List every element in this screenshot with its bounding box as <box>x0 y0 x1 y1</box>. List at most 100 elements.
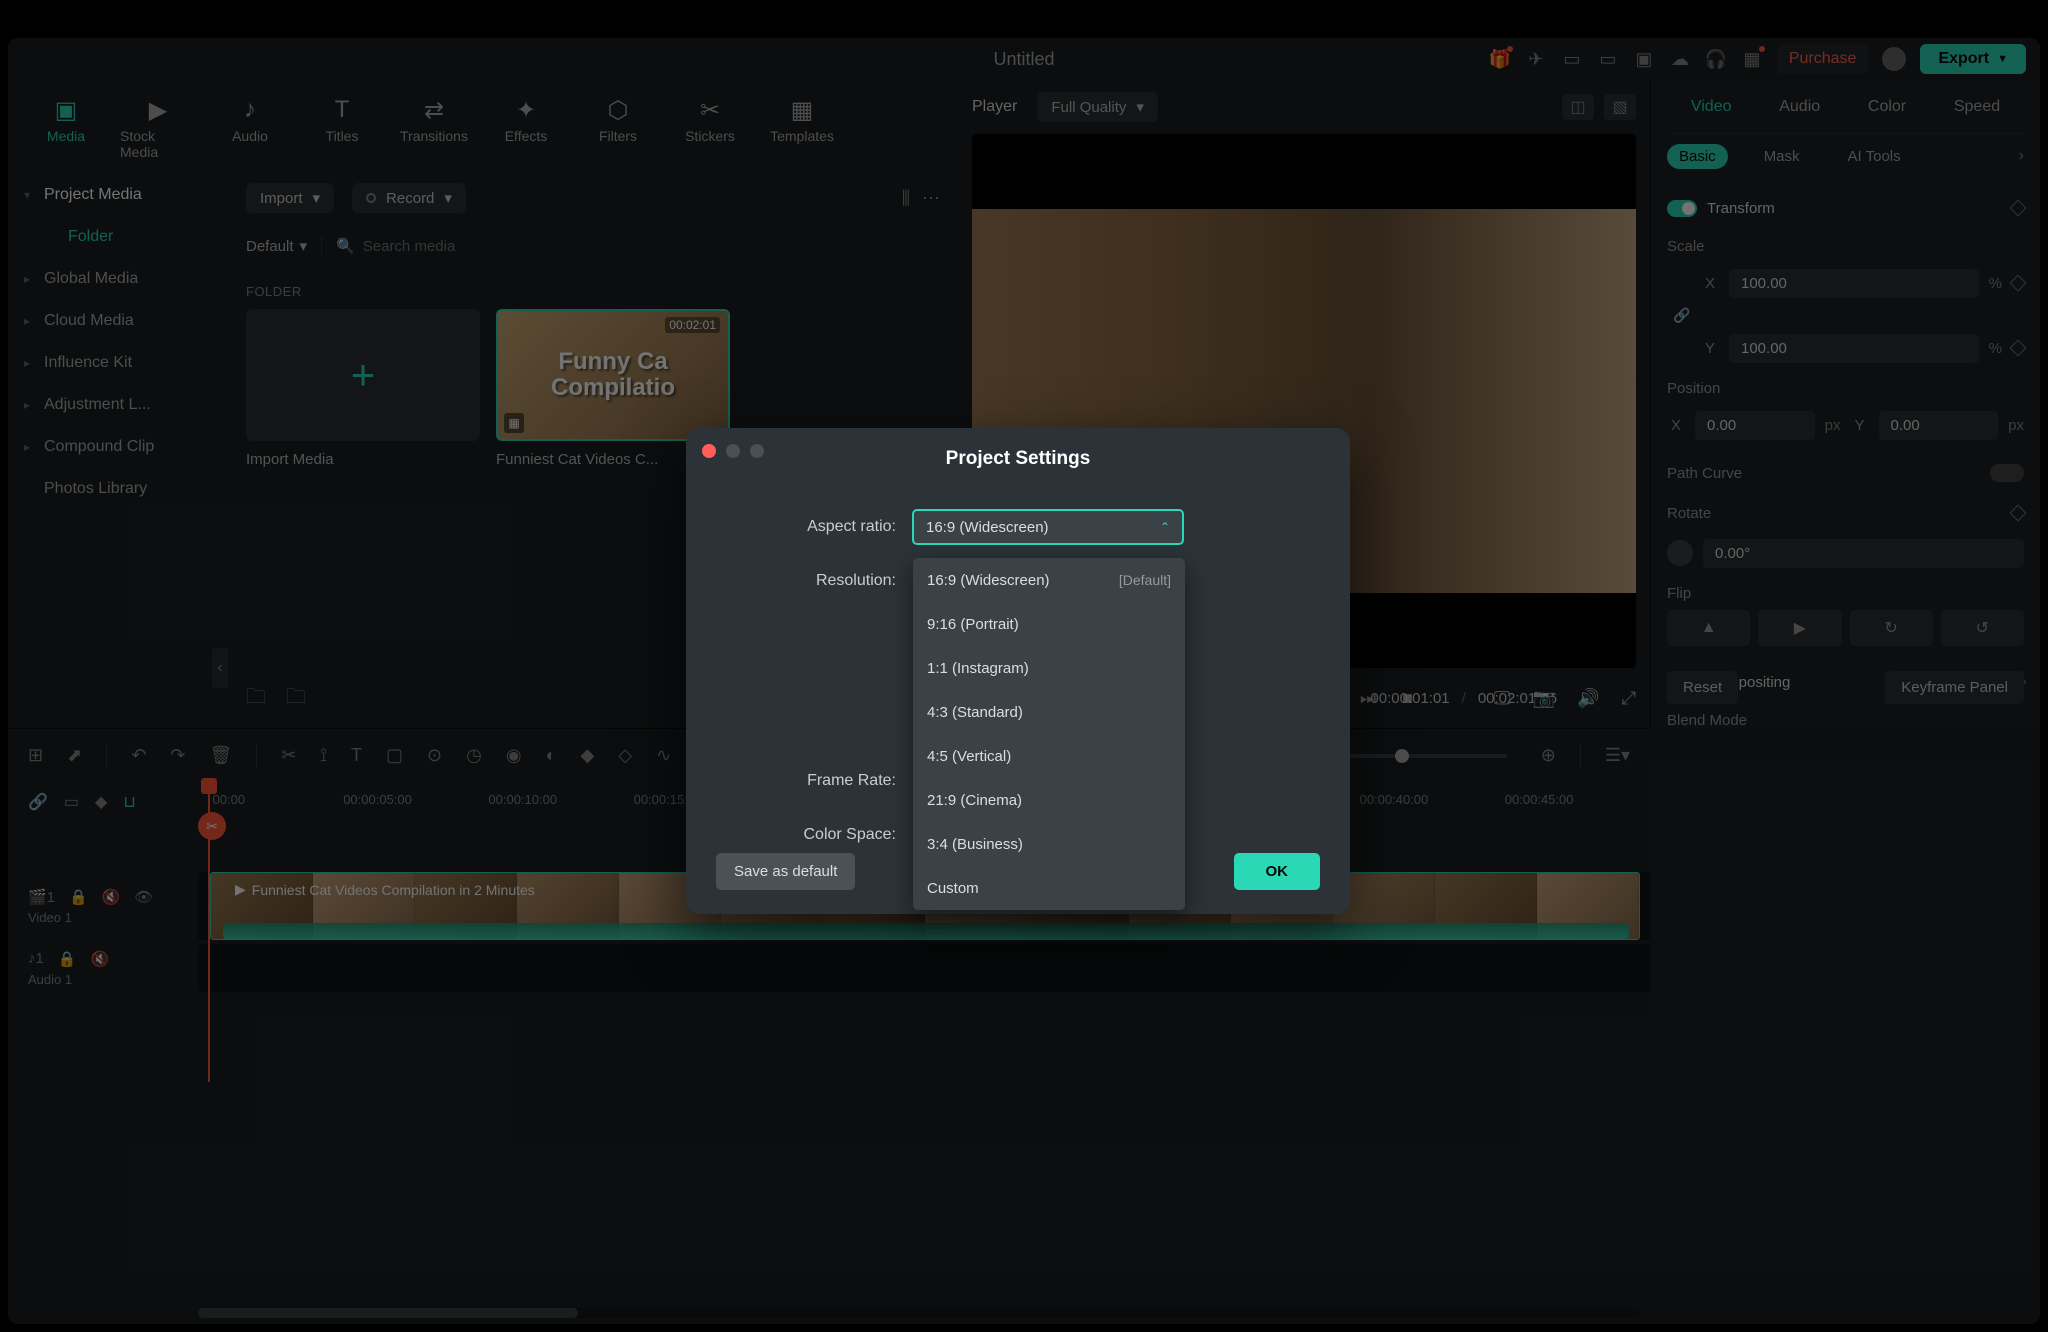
props-tab-video[interactable]: Video <box>1681 92 1742 122</box>
eye-icon[interactable]: 👁 <box>134 888 153 906</box>
cloud-icon[interactable]: ▭ <box>1561 48 1583 70</box>
tab-stock-media[interactable]: ▶Stock Media <box>120 88 196 168</box>
aspect-option-1-1[interactable]: 1:1 (Instagram) <box>913 646 1185 690</box>
props-tab-audio[interactable]: Audio <box>1769 92 1830 122</box>
tab-titles[interactable]: TTitles <box>304 88 380 168</box>
display-icon[interactable]: 🖵 <box>1493 688 1510 709</box>
clock-button[interactable]: ◷ <box>466 745 482 766</box>
lock-icon[interactable]: 🔒 <box>58 950 77 968</box>
zoom-slider[interactable] <box>1347 754 1507 758</box>
split-button[interactable]: ✂ <box>281 745 296 766</box>
sidebar-item-cloud-media[interactable]: ▸Cloud Media <box>8 300 228 342</box>
collapse-sidebar-button[interactable]: ‹ <box>212 648 228 688</box>
aspect-option-4-3[interactable]: 4:3 (Standard) <box>913 690 1185 734</box>
link-icon[interactable]: 🔗 <box>1667 307 2024 324</box>
tab-transitions[interactable]: ⇄Transitions <box>396 88 472 168</box>
keyframe-button[interactable]: ◇ <box>618 745 632 766</box>
sidebar-item-compound-clip[interactable]: ▸Compound Clip <box>8 426 228 468</box>
volume-icon[interactable]: 🔊 <box>1577 688 1599 709</box>
audio-track[interactable] <box>198 944 1650 992</box>
pos-y-input[interactable]: 0.00 <box>1879 411 1999 440</box>
trash-icon[interactable]: 🗀 <box>286 682 306 716</box>
pointer-icon[interactable]: ⬈ <box>67 745 82 766</box>
subtab-mask[interactable]: Mask <box>1752 144 1812 169</box>
color-button[interactable]: ◉ <box>506 745 522 766</box>
rotate-cw-button[interactable]: ↻ <box>1850 610 1933 646</box>
record-button[interactable]: Record▾ <box>352 183 466 213</box>
audio-button[interactable]: ∿ <box>656 745 671 766</box>
tab-templates[interactable]: ▦Templates <box>764 88 840 168</box>
sort-selector[interactable]: Default▾ <box>246 237 307 255</box>
upload-icon[interactable]: ☁ <box>1669 48 1691 70</box>
undo-button[interactable]: ↶ <box>131 745 146 766</box>
subtab-ai-tools[interactable]: AI Tools <box>1836 144 1913 169</box>
aspect-option-4-5[interactable]: 4:5 (Vertical) <box>913 734 1185 778</box>
sidebar-item-project-media[interactable]: ▾Project Media <box>8 174 228 216</box>
aspect-option-21-9[interactable]: 21:9 (Cinema) <box>913 778 1185 822</box>
scale-y-input[interactable]: 100.00 <box>1729 334 1979 363</box>
sidebar-item-folder[interactable]: Folder <box>8 216 228 258</box>
more-icon[interactable]: ⋯ <box>922 188 940 209</box>
search-box[interactable]: 🔍 <box>336 237 940 255</box>
sidebar-item-global-media[interactable]: ▸Global Media <box>8 258 228 300</box>
aspect-option-16-9[interactable]: 16:9 (Widescreen)[Default] <box>913 558 1185 602</box>
sidebar-item-adjustment-layer[interactable]: ▸Adjustment L... <box>8 384 228 426</box>
camera-icon[interactable]: 📷 <box>1533 688 1555 709</box>
keyframe-panel-button[interactable]: Keyframe Panel <box>1885 671 2024 704</box>
transform-toggle[interactable] <box>1667 200 1697 217</box>
snapshot-button[interactable]: ▧ <box>1604 94 1636 120</box>
screen-icon[interactable]: ▭ <box>1597 48 1619 70</box>
redo-button[interactable]: ↷ <box>170 745 185 766</box>
keyframe-icon[interactable] <box>2010 340 2027 357</box>
search-input[interactable] <box>363 238 940 255</box>
chevron-right-icon[interactable]: › <box>2019 147 2024 165</box>
rotate-dial[interactable] <box>1667 540 1693 566</box>
link-tracks-icon[interactable]: 🔗 <box>28 792 48 812</box>
path-curve-toggle[interactable] <box>1990 464 2024 482</box>
sidebar-item-photos-library[interactable]: Photos Library <box>8 468 228 510</box>
tab-audio[interactable]: ♪Audio <box>212 88 288 168</box>
send-icon[interactable]: ✈ <box>1525 48 1547 70</box>
track-options-button[interactable]: ☰▾ <box>1605 745 1630 766</box>
import-button[interactable]: Import▾ <box>246 183 334 213</box>
mask-button[interactable]: ◐ <box>546 745 557 766</box>
tab-filters[interactable]: ⬡Filters <box>580 88 656 168</box>
mute-icon[interactable]: 🔇 <box>102 888 121 906</box>
rotate-input[interactable]: 0.00° <box>1703 539 2024 568</box>
copy-button[interactable]: ▢ <box>386 745 403 766</box>
zoom-fit-button[interactable]: ⊕ <box>1541 745 1556 766</box>
speed-button[interactable]: ⊙ <box>427 745 442 766</box>
apps-icon[interactable]: ▦ <box>1741 48 1763 70</box>
tab-stickers[interactable]: ✂Stickers <box>672 88 748 168</box>
aspect-ratio-select[interactable]: 16:9 (Widescreen) ⌃ <box>912 509 1184 545</box>
ok-button[interactable]: OK <box>1234 853 1321 890</box>
delete-button[interactable]: 🗑 <box>209 745 232 766</box>
import-media-card[interactable]: + Import Media <box>246 309 480 468</box>
flip-v-button[interactable]: ▶ <box>1758 610 1841 646</box>
reset-button[interactable]: Reset <box>1667 671 1738 704</box>
keyframe-icon[interactable] <box>2010 200 2027 217</box>
user-avatar[interactable] <box>1882 47 1906 71</box>
tab-effects[interactable]: ✦Effects <box>488 88 564 168</box>
playhead-cut-button[interactable]: ✂ <box>198 812 226 840</box>
marker-icon[interactable]: ◆ <box>95 792 107 812</box>
mute-icon[interactable]: 🔇 <box>91 950 110 968</box>
magnet-icon[interactable]: ⊞ <box>28 745 43 766</box>
keyframe-icon[interactable] <box>2010 505 2027 522</box>
headphones-icon[interactable]: 🎧 <box>1705 48 1727 70</box>
marker-button[interactable]: ◆ <box>580 745 594 766</box>
quality-selector[interactable]: Full Quality▾ <box>1037 92 1158 122</box>
export-button[interactable]: Export▼ <box>1920 44 2026 74</box>
timeline-scrollbar[interactable] <box>198 1308 1640 1318</box>
lock-icon[interactable]: 🔒 <box>69 888 88 906</box>
crop-button[interactable]: ⟟ <box>320 745 327 766</box>
purchase-button[interactable]: Purchase <box>1777 44 1869 74</box>
text-button[interactable]: T <box>351 745 362 766</box>
keyframe-icon[interactable] <box>2010 275 2027 292</box>
props-tab-color[interactable]: Color <box>1858 92 1916 122</box>
close-button[interactable] <box>702 444 716 458</box>
compare-view-button[interactable]: ◫ <box>1562 94 1594 120</box>
fullscreen-icon[interactable]: ⤢ <box>1622 688 1636 709</box>
gift-icon[interactable]: 🎁 <box>1489 48 1511 70</box>
save-as-default-button[interactable]: Save as default <box>716 853 855 890</box>
